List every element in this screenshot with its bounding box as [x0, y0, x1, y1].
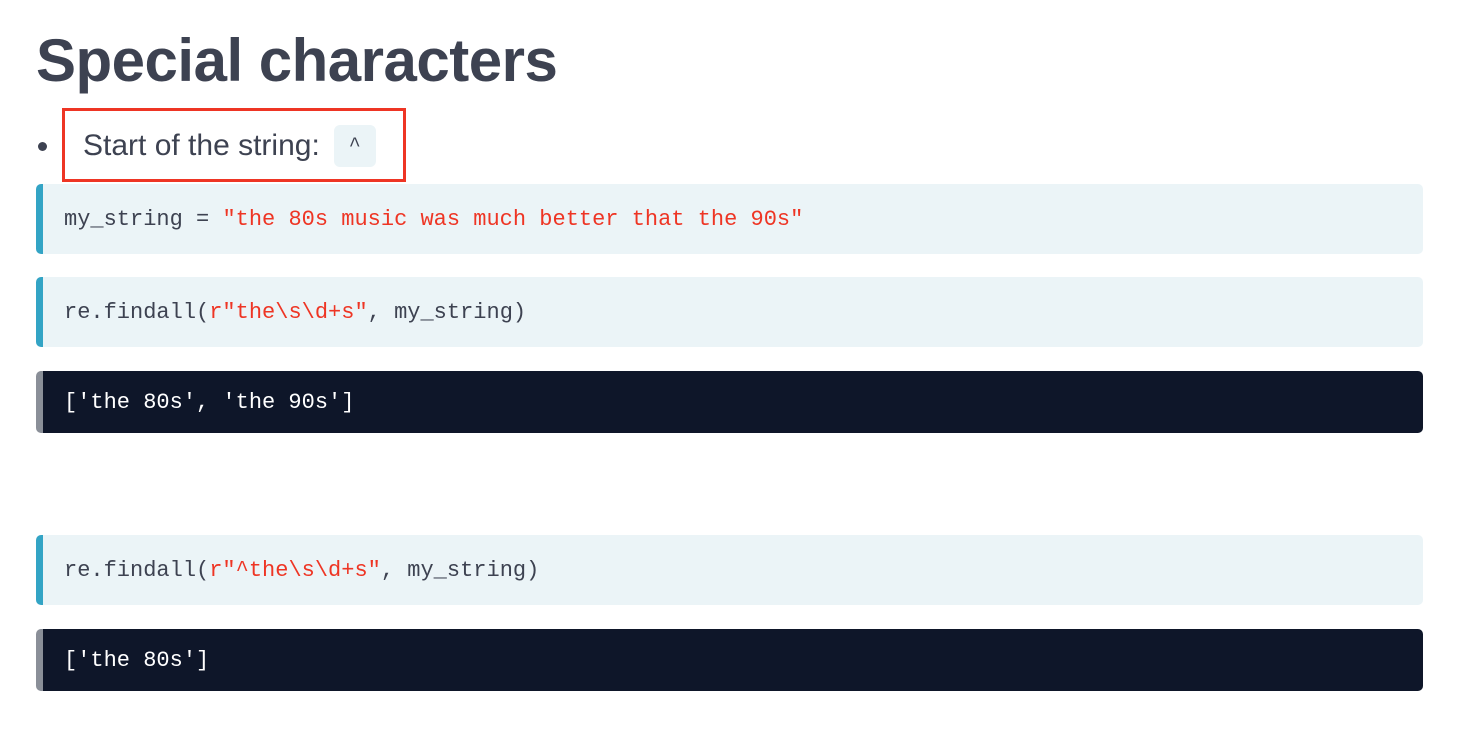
code-cell-input[interactable]: my_string = "the 80s music was much bett…	[36, 184, 1423, 254]
code-text: , my_string)	[367, 299, 527, 325]
code-cell-output: ['the 80s', 'the 90s']	[36, 371, 1423, 433]
slide: Special characters Start of the string: …	[0, 0, 1458, 744]
code-cell-output: ['the 80s']	[36, 629, 1423, 691]
code-cell-input[interactable]: re.findall(r"^the\s\d+s", my_string)	[36, 535, 1423, 605]
code-text: , my_string)	[380, 557, 540, 583]
page-title: Special characters	[36, 27, 558, 94]
code-string: r"the\s\d+s"	[209, 299, 368, 325]
code-text: re.findall(	[64, 557, 210, 583]
code-text: re.findall(	[64, 299, 210, 325]
code-string: "the 80s music was much better that the …	[222, 206, 804, 232]
code-text: my_string =	[64, 206, 223, 232]
output-text: ['the 80s']	[64, 647, 210, 673]
highlight-annotation-box	[62, 108, 406, 182]
bullet-dot-icon	[38, 141, 47, 151]
code-cell-input[interactable]: re.findall(r"the\s\d+s", my_string)	[36, 277, 1423, 347]
code-string: r"^the\s\d+s"	[209, 557, 381, 583]
output-text: ['the 80s', 'the 90s']	[64, 389, 355, 415]
